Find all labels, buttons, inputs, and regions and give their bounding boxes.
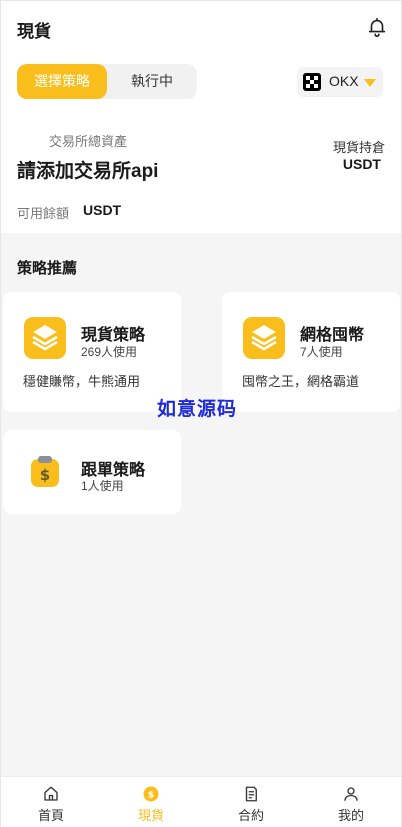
bottom-tab-bar: 首頁 $ 現貨 合約 我的 xyxy=(1,776,401,827)
strategy-card-grid[interactable]: 網格囤幣 7人使用 囤幣之王，網格霸道 xyxy=(222,292,400,412)
tab-profile[interactable]: 我的 xyxy=(301,777,401,827)
strategy-card-copy[interactable]: $ 跟單策略 1人使用 xyxy=(3,430,181,514)
total-assets-label: 交易所總資產 xyxy=(49,134,128,149)
dollar-icon: $ xyxy=(24,451,66,493)
svg-text:$: $ xyxy=(40,466,50,484)
spot-holdings-label: 現貨持倉 xyxy=(332,140,385,155)
tab-label: 首頁 xyxy=(37,808,64,823)
caret-down-icon xyxy=(364,79,376,87)
watermark-text: 如意源码 xyxy=(157,399,238,420)
available-balance-label: 可用餘額 xyxy=(17,206,70,221)
stack-icon xyxy=(24,317,66,359)
header: 現貨 xyxy=(1,1,401,55)
add-exchange-api-link[interactable]: 請添加交易所api xyxy=(17,156,158,183)
home-icon xyxy=(44,786,58,801)
strategy-desc: 穩健賺幣，牛熊通用 xyxy=(23,374,141,389)
coin-icon: $ xyxy=(143,786,159,802)
strategy-users: 7人使用 xyxy=(300,345,343,359)
tab-running[interactable]: 執行中 xyxy=(107,64,197,99)
section-title: 策略推薦 xyxy=(17,260,78,277)
svg-text:$: $ xyxy=(148,790,154,800)
tab-label: 現貨 xyxy=(137,808,164,823)
asset-card: 選擇策略 執行中 OKX 交易所總資產 請添加交易所api 現貨持倉 USDT … xyxy=(1,55,401,233)
strategy-card-spot[interactable]: 現貨策略 269人使用 穩健賺幣，牛熊通用 xyxy=(3,292,181,412)
bell-icon[interactable] xyxy=(366,16,388,38)
stack-icon xyxy=(243,317,285,359)
okx-logo-icon xyxy=(303,73,321,91)
tab-label: 我的 xyxy=(337,808,364,823)
exchange-selector[interactable]: OKX xyxy=(297,67,383,97)
tab-label: 合約 xyxy=(237,808,264,823)
document-icon xyxy=(245,786,257,802)
user-icon xyxy=(344,787,358,801)
strategy-users: 269人使用 xyxy=(81,345,138,359)
strategy-name: 現貨策略 xyxy=(81,327,146,344)
strategy-name: 網格囤幣 xyxy=(300,327,365,344)
spot-holdings-unit: USDT xyxy=(342,156,381,172)
available-balance-unit: USDT xyxy=(83,202,122,218)
tab-home[interactable]: 首頁 xyxy=(1,777,101,827)
page-title: 現貨 xyxy=(17,22,51,41)
tab-spot[interactable]: $ 現貨 xyxy=(101,777,201,827)
tab-select-strategy[interactable]: 選擇策略 xyxy=(17,64,107,99)
strategy-segment: 選擇策略 執行中 xyxy=(17,64,197,99)
exchange-name: OKX xyxy=(329,73,359,89)
tab-contract[interactable]: 合約 xyxy=(201,777,301,827)
strategy-users: 1人使用 xyxy=(81,479,124,493)
strategy-desc: 囤幣之王，網格霸道 xyxy=(242,374,360,389)
app-screen: 現貨 選擇策略 執行中 OKX 交易所總資產 請添加交易所api 現貨持倉 US… xyxy=(0,0,402,827)
